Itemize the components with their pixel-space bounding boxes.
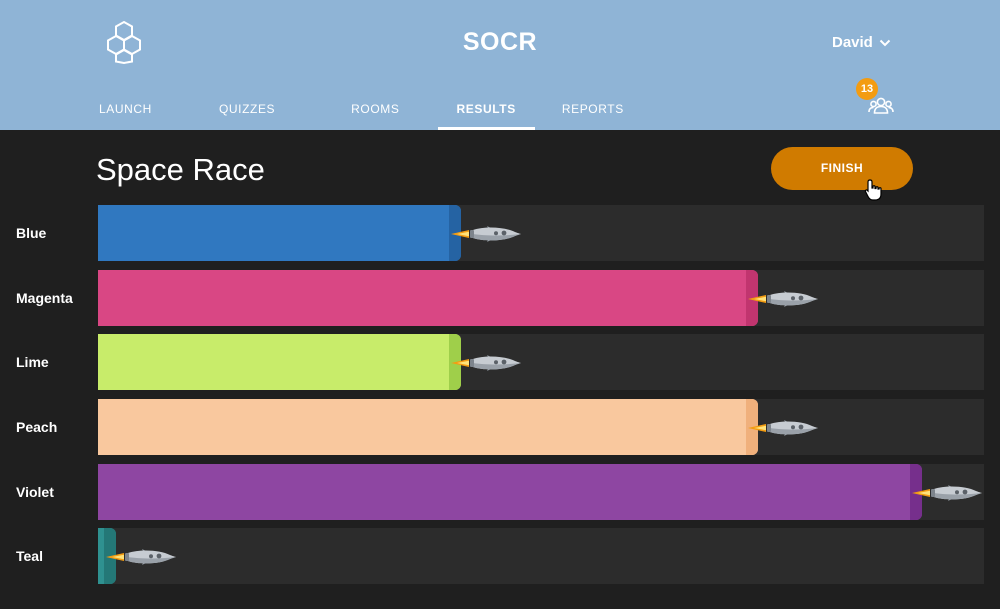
tab-rooms[interactable]: ROOMS: [332, 90, 418, 130]
race-row-lime: Lime: [0, 334, 1000, 390]
race-track: [98, 205, 984, 261]
rocket-icon: [748, 420, 818, 436]
race-track: [98, 399, 984, 455]
tab-reports[interactable]: REPORTS: [543, 90, 643, 130]
tab-launch[interactable]: LAUNCH: [80, 90, 171, 130]
race-track: [98, 270, 984, 326]
user-name: David: [832, 34, 873, 51]
chevron-down-icon: [879, 39, 891, 46]
hand-cursor-icon: [864, 179, 882, 201]
rocket-icon: [106, 549, 176, 565]
race-row-peach: Peach: [0, 399, 1000, 455]
race-row-blue: Blue: [0, 205, 1000, 261]
rooms-notification[interactable]: 13: [856, 78, 896, 118]
race-track: [98, 464, 984, 520]
race-row-violet: Violet: [0, 464, 1000, 520]
race-track: [98, 334, 984, 390]
notification-badge: 13: [856, 78, 878, 100]
rocket-icon: [451, 226, 521, 242]
race-track: [98, 528, 984, 584]
progress-bar: [98, 464, 922, 520]
finish-button[interactable]: FINISH: [771, 147, 913, 190]
tab-results[interactable]: RESULTS: [437, 90, 535, 130]
progress-bar: [98, 334, 461, 390]
progress-bar: [98, 270, 758, 326]
progress-bar: [98, 205, 461, 261]
rocket-icon: [912, 485, 982, 501]
team-label: Blue: [16, 225, 47, 241]
page-title: Space Race: [96, 152, 265, 187]
team-label: Magenta: [16, 290, 73, 306]
user-menu[interactable]: David: [832, 34, 891, 51]
progress-bar: [98, 399, 758, 455]
results-panel: Space Race FINISH Blue Magenta Lime Peac…: [0, 130, 1000, 609]
rocket-icon: [748, 291, 818, 307]
team-label: Peach: [16, 419, 58, 435]
team-label: Violet: [16, 484, 54, 500]
team-label: Lime: [16, 354, 49, 370]
rocket-icon: [451, 355, 521, 371]
top-bar: SOCR David LAUNCH QUIZZES ROOMS RESULTS …: [0, 0, 1000, 130]
race-row-teal: Teal: [0, 528, 1000, 584]
race-row-magenta: Magenta: [0, 270, 1000, 326]
main-nav: LAUNCH QUIZZES ROOMS RESULTS REPORTS: [80, 90, 643, 130]
team-label: Teal: [16, 548, 43, 564]
tab-quizzes[interactable]: QUIZZES: [200, 90, 294, 130]
